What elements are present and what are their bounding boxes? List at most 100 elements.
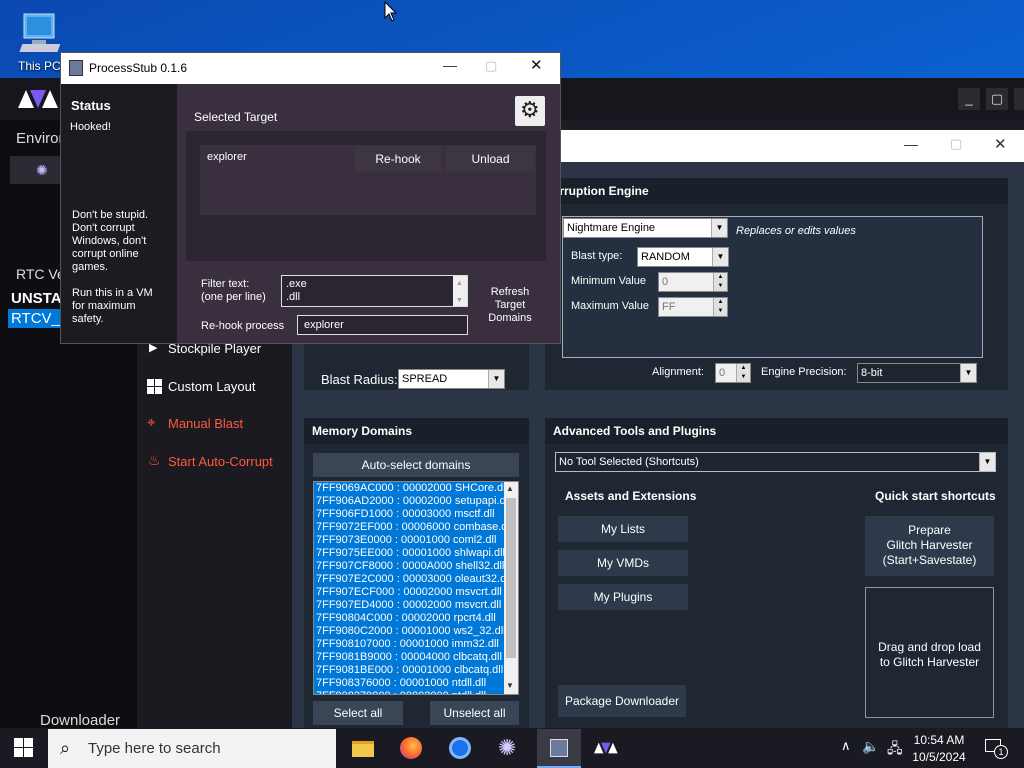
kitty-taskbar-button[interactable]: ✺ bbox=[494, 733, 524, 763]
unselect-all-button[interactable]: Unselect all bbox=[430, 701, 519, 725]
minimum-value-label: Minimum Value bbox=[571, 275, 646, 287]
spinner-icon[interactable]: ▲ ▼ bbox=[736, 364, 750, 382]
memory-domain-row[interactable]: 7FF9080C2000 : 00001000 ws2_32.dll bbox=[314, 625, 504, 638]
memory-domain-row[interactable]: 7FF9081BE000 : 00001000 clbcatq.dll bbox=[314, 664, 504, 677]
start-button[interactable] bbox=[10, 736, 34, 760]
memory-domain-row[interactable]: 7FF9073E0000 : 00001000 coml2.dll bbox=[314, 534, 504, 547]
kitty-icon: ✺ bbox=[498, 735, 517, 760]
corruption-engine-header: orruption Engine bbox=[545, 178, 1008, 204]
downloader-label[interactable]: Downloader bbox=[40, 712, 120, 729]
scroll-down-icon[interactable]: ▼ bbox=[506, 681, 514, 690]
engine-minimize-button[interactable]: — bbox=[904, 136, 918, 152]
chrome-taskbar-button[interactable] bbox=[445, 733, 475, 763]
filter-scrollbar[interactable]: ▲ ▼ bbox=[453, 276, 467, 306]
ps-close-button[interactable]: ✕ bbox=[530, 56, 543, 74]
rehook-button[interactable]: Re-hook bbox=[355, 146, 441, 172]
memory-domain-row[interactable]: 7FF9075EE000 : 00001000 shlwapi.dll bbox=[314, 547, 504, 560]
engine-precision-select[interactable]: 8-bit ▼ bbox=[857, 363, 977, 383]
processstub-status-panel: Status Hooked! Don't be stupid. Don't co… bbox=[61, 84, 177, 343]
filter-textarea[interactable]: .exe .dll ▲ ▼ bbox=[281, 275, 468, 307]
rtc-list-item[interactable]: UNSTA bbox=[11, 290, 62, 307]
taskbar-search[interactable]: ⌕ Type here to search bbox=[48, 729, 336, 768]
firefox-icon bbox=[400, 737, 422, 759]
rtc-list-item-selected[interactable]: RTCV_ bbox=[8, 309, 60, 328]
rtc-taskbar-button[interactable] bbox=[592, 733, 622, 763]
engine-close-button[interactable]: ✕ bbox=[994, 135, 1007, 153]
auto-select-domains-button[interactable]: Auto-select domains bbox=[313, 453, 519, 477]
select-all-button[interactable]: Select all bbox=[313, 701, 403, 725]
refresh-target-domains-button[interactable]: Refresh Target Domains bbox=[480, 286, 540, 325]
memory-domain-row[interactable]: 7FF9081B9000 : 00004000 clbcatq.dll bbox=[314, 651, 504, 664]
engine-maximize-button[interactable]: ▢ bbox=[950, 136, 962, 152]
spinner-icon[interactable]: ▲ ▼ bbox=[713, 298, 727, 316]
memory-domain-row[interactable]: 7FF908379000 : 00002000 ntdll.dll bbox=[314, 690, 504, 694]
env-button[interactable]: ✺ bbox=[10, 156, 62, 184]
scroll-thumb[interactable] bbox=[506, 498, 516, 658]
tool-select[interactable]: No Tool Selected (Shortcuts) ▼ bbox=[555, 452, 996, 472]
memory-domain-row[interactable]: 7FF907ECF000 : 00002000 msvcrt.dll bbox=[314, 586, 504, 599]
memory-domain-row[interactable]: 7FF907E2C000 : 00003000 oleaut32.dll bbox=[314, 573, 504, 586]
my-lists-button[interactable]: My Lists bbox=[558, 516, 688, 542]
status-heading: Status bbox=[71, 98, 111, 113]
memory-domain-row[interactable]: 7FF908376000 : 00001000 ntdll.dll bbox=[314, 677, 504, 690]
show-hidden-icons-chevron-icon[interactable]: ∧ bbox=[841, 738, 851, 754]
drag-drop-zone[interactable]: Drag and drop load to Glitch Harvester bbox=[865, 587, 994, 718]
prepare-glitch-harvester-button[interactable]: Prepare Glitch Harvester (Start+Savestat… bbox=[865, 516, 994, 576]
notifications-button[interactable]: 1 bbox=[984, 737, 1008, 759]
list-scrollbar[interactable]: ▲ ▼ bbox=[504, 482, 518, 694]
scroll-up-icon[interactable]: ▲ bbox=[506, 484, 514, 493]
my-plugins-button[interactable]: My Plugins bbox=[558, 584, 688, 610]
firefox-taskbar-button[interactable] bbox=[396, 733, 426, 763]
sidebar-item-custom-layout[interactable]: Custom Layout bbox=[145, 377, 290, 397]
memory-domains-list[interactable]: 7FF9069AC000 : 00002000 SHCore.dll 7FF906… bbox=[313, 481, 519, 695]
ps-maximize-button[interactable]: ▢ bbox=[485, 58, 497, 74]
blast-type-select[interactable]: RANDOM ▼ bbox=[637, 247, 729, 267]
windows-logo-icon bbox=[14, 738, 33, 757]
scroll-down-icon[interactable]: ▼ bbox=[456, 294, 463, 307]
my-vmds-button[interactable]: My VMDs bbox=[558, 550, 688, 576]
sidebar-item-start-auto-corrupt[interactable]: ♨ Start Auto-Corrupt bbox=[145, 452, 290, 472]
clock-date: 10/5/2024 bbox=[912, 750, 966, 764]
memory-domain-row[interactable]: 7FF908107000 : 00001000 imm32.dll bbox=[314, 638, 504, 651]
rtc-maximize-button[interactable]: ▢ bbox=[986, 88, 1008, 110]
minimum-value-input[interactable]: 0 ▲ ▼ bbox=[658, 272, 728, 292]
maximum-value-input[interactable]: FF ▲ ▼ bbox=[658, 297, 728, 317]
memory-domain-row[interactable]: 7FF9072EF000 : 00006000 combase.dll bbox=[314, 521, 504, 534]
chevron-down-icon: ▼ bbox=[712, 248, 728, 266]
filter-label-line: Filter text: bbox=[201, 278, 250, 290]
ps-minimize-button[interactable]: — bbox=[443, 57, 457, 73]
memory-domain-row[interactable]: 7FF907CF8000 : 0000A000 shell32.dll bbox=[314, 560, 504, 573]
memory-domain-row[interactable]: 7FF9069AC000 : 00002000 SHCore.dll bbox=[314, 482, 504, 495]
settings-button[interactable]: ⚙ bbox=[515, 96, 545, 126]
blast-radius-select[interactable]: SPREAD ▼ bbox=[398, 369, 505, 389]
scroll-up-icon[interactable]: ▲ bbox=[456, 277, 463, 290]
mouse-cursor-icon bbox=[384, 1, 398, 22]
warning-line: Don't corrupt bbox=[72, 222, 135, 234]
this-pc-desktop-icon[interactable]: This PC bbox=[12, 8, 66, 74]
refresh-line: Domains bbox=[488, 312, 532, 324]
alignment-input[interactable]: 0 ▲ ▼ bbox=[715, 363, 751, 383]
processstub-titlebar: ProcessStub 0.1.6 — ▢ ✕ bbox=[61, 53, 560, 84]
rehook-process-input[interactable]: explorer bbox=[297, 315, 468, 335]
rtc-minimize-button[interactable]: _ bbox=[958, 88, 980, 110]
memory-domain-row[interactable]: 7FF90804C000 : 00002000 rpcrt4.dll bbox=[314, 612, 504, 625]
sidebar-item-manual-blast[interactable]: ⌖ Manual Blast bbox=[145, 414, 290, 434]
quick-start-label: Quick start shortcuts bbox=[875, 489, 996, 503]
memory-domain-row[interactable]: 7FF907ED4000 : 00002000 msvcrt.dll bbox=[314, 599, 504, 612]
volume-muted-icon[interactable]: 🔈 bbox=[862, 738, 879, 755]
unload-button[interactable]: Unload bbox=[446, 146, 535, 172]
file-explorer-taskbar-button[interactable] bbox=[348, 733, 378, 763]
engine-precision-value: 8-bit bbox=[861, 367, 883, 379]
memory-domain-row[interactable]: 7FF906FD1000 : 00003000 msctf.dll bbox=[314, 508, 504, 521]
spinner-icon[interactable]: ▲ ▼ bbox=[713, 273, 727, 291]
chevron-down-icon: ▼ bbox=[960, 364, 976, 382]
chevron-down-icon: ▼ bbox=[979, 453, 995, 471]
rtc-close-button[interactable] bbox=[1014, 88, 1024, 110]
memory-domain-row[interactable]: 7FF906AD2000 : 00002000 setupapi.dll bbox=[314, 495, 504, 508]
package-downloader-button[interactable]: Package Downloader bbox=[558, 685, 686, 717]
network-icon[interactable]: 🖧 bbox=[887, 738, 903, 762]
rtc-logo-icon bbox=[18, 90, 58, 108]
clock[interactable]: 10:54 AM 10/5/2024 bbox=[906, 732, 972, 766]
engine-select[interactable]: Nightmare Engine ▼ bbox=[563, 218, 728, 238]
processstub-taskbar-button[interactable] bbox=[537, 729, 581, 768]
